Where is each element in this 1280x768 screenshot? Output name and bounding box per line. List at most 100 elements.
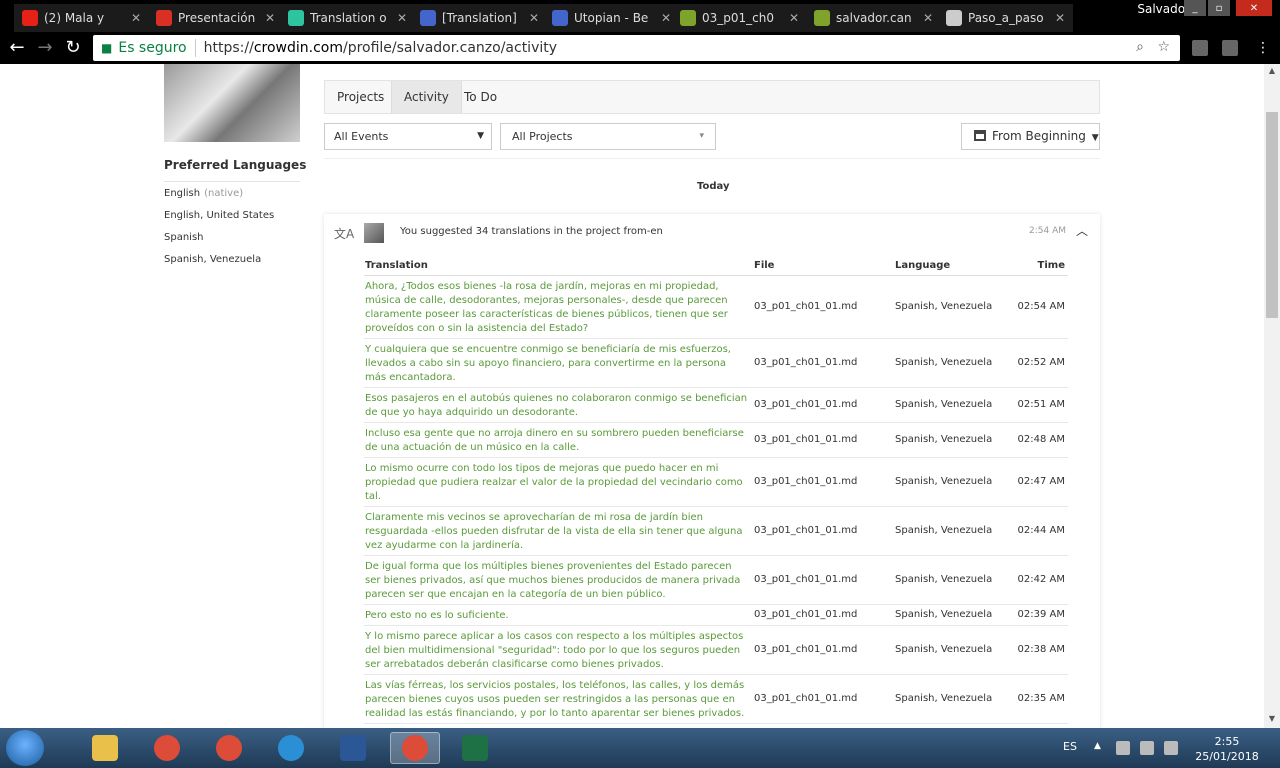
events-filter-select[interactable]: All Events ▼ <box>324 123 492 150</box>
translation-cell[interactable]: Claramente mis vecinos se aprovecharían … <box>365 511 749 553</box>
bookmark-star-icon[interactable]: ☆ <box>1157 39 1170 55</box>
document-icon <box>946 10 962 26</box>
maximize-button[interactable]: ▫ <box>1208 0 1230 16</box>
close-tab-icon[interactable]: ✕ <box>397 11 407 25</box>
taskbar-app-button[interactable] <box>204 732 254 764</box>
input-language-indicator[interactable]: ES <box>1063 740 1077 753</box>
extension-icon[interactable] <box>1222 40 1238 56</box>
file-cell[interactable]: 03_p01_ch01_01.md <box>754 574 857 585</box>
collapse-chevron-icon[interactable]: ︿ <box>1076 222 1088 239</box>
browser-tab[interactable]: (2) Mala y ✕ <box>14 4 149 32</box>
close-tab-icon[interactable]: ✕ <box>789 11 799 25</box>
file-cell[interactable]: 03_p01_ch01_01.md <box>754 357 857 368</box>
file-cell[interactable]: 03_p01_ch01_01.md <box>754 609 857 620</box>
page-content: Preferred Languages English (native) Engli… <box>0 64 1264 728</box>
browser-tab-strip: Salvador _ ▫ ✕ (2) Mala y ✕ Presentación ✕ T… <box>0 0 1280 32</box>
minimize-button[interactable]: _ <box>1184 0 1206 16</box>
file-cell[interactable]: 03_p01_ch01_01.md <box>754 476 857 487</box>
crowdin-icon <box>814 10 830 26</box>
language-cell: Spanish, Venezuela <box>895 301 993 312</box>
translation-cell[interactable]: Y cualquiera que se encuentre conmigo se… <box>365 343 749 385</box>
scroll-up-icon[interactable]: ▲ <box>1264 66 1280 78</box>
translation-cell[interactable]: De igual forma que los múltiples bienes … <box>365 560 749 602</box>
close-tab-icon[interactable]: ✕ <box>661 11 671 25</box>
table-row[interactable]: De igual forma que los múltiples bienes … <box>364 556 1068 605</box>
browser-toolbar: ← → ↻ ■ Es seguro https://crowdin.com/pr… <box>0 32 1280 64</box>
close-tab-icon[interactable]: ✕ <box>265 11 275 25</box>
scrollbar-thumb[interactable] <box>1266 112 1278 318</box>
table-row[interactable]: Las vías férreas, los servicios postales… <box>364 675 1068 724</box>
start-button[interactable] <box>6 730 44 766</box>
system-clock[interactable]: 2:55 25/01/2018 <box>1195 734 1259 764</box>
table-row[interactable]: Y cualquiera que se encuentre conmigo se… <box>364 339 1068 388</box>
clock-time: 2:55 <box>1214 735 1240 748</box>
browser-tab[interactable]: Translation o ✕ <box>280 4 415 32</box>
close-tab-icon[interactable]: ✕ <box>131 11 141 25</box>
page-scrollbar[interactable]: ▲ ▼ <box>1264 64 1280 728</box>
taskbar-app-button[interactable] <box>450 732 500 764</box>
back-icon[interactable]: ← <box>6 37 28 59</box>
date-range-button[interactable]: From Beginning ▼ <box>961 123 1100 150</box>
taskbar-app-button[interactable] <box>80 732 130 764</box>
time-cell: 02:38 AM <box>1017 644 1065 655</box>
table-row[interactable]: Esos pasajeros en el autobús quienes no … <box>364 388 1068 423</box>
file-cell[interactable]: 03_p01_ch01_01.md <box>754 644 857 655</box>
file-cell[interactable]: 03_p01_ch01_01.md <box>754 301 857 312</box>
table-row[interactable]: Claramente mis vecinos se aprovecharían … <box>364 507 1068 556</box>
file-cell[interactable]: 03_p01_ch01_01.md <box>754 399 857 410</box>
taskbar-app-button[interactable] <box>142 732 192 764</box>
close-window-button[interactable]: ✕ <box>1236 0 1272 16</box>
menu-icon[interactable]: ⋮ <box>1252 37 1274 59</box>
word-icon <box>340 735 366 761</box>
browser-tab[interactable]: [Translation] ✕ <box>412 4 547 32</box>
extension-icon[interactable] <box>1192 40 1208 56</box>
language-cell: Spanish, Venezuela <box>895 609 993 620</box>
projects-filter-select[interactable]: All Projects ▾ <box>500 123 716 150</box>
language-item: English (native) <box>164 188 243 199</box>
close-tab-icon[interactable]: ✕ <box>923 11 933 25</box>
forward-icon[interactable]: → <box>34 37 56 59</box>
translation-cell[interactable]: Lo mismo ocurre con todo los tipos de me… <box>365 462 749 504</box>
chrome-icon <box>402 735 428 761</box>
table-row[interactable]: Lo mismo ocurre con todo los tipos de me… <box>364 458 1068 507</box>
translation-cell[interactable]: Incluso esa gente que no arroja dinero e… <box>365 427 749 455</box>
reload-icon[interactable]: ↻ <box>62 37 84 59</box>
language-name: Spanish <box>164 232 204 243</box>
translation-cell[interactable]: Las vías férreas, los servicios postales… <box>365 679 749 721</box>
tray-expand-icon[interactable]: ▲ <box>1094 741 1101 755</box>
table-row[interactable]: Ahora, ¿Todos esos bienes -la rosa de ja… <box>364 276 1068 339</box>
calendar-icon <box>974 130 986 141</box>
close-tab-icon[interactable]: ✕ <box>529 11 539 25</box>
file-cell[interactable]: 03_p01_ch01_01.md <box>754 434 857 445</box>
zoom-icon[interactable]: ⌕ <box>1136 39 1144 55</box>
time-cell: 02:44 AM <box>1017 525 1065 536</box>
browser-tab[interactable]: Paso_a_paso ✕ <box>938 4 1073 32</box>
browser-tab-title: Presentación <box>178 11 256 25</box>
table-row[interactable]: Incluso esa gente que no arroja dinero e… <box>364 423 1068 458</box>
browser-tab[interactable]: Utopian - Be ✕ <box>544 4 679 32</box>
tab-projects[interactable]: Projects <box>325 81 396 113</box>
browser-tab[interactable]: 03_p01_ch0 ✕ <box>672 4 807 32</box>
translation-cell[interactable]: Ahora, ¿Todos esos bienes -la rosa de ja… <box>365 280 749 336</box>
taskbar-app-button[interactable] <box>390 732 440 764</box>
taskbar-app-button[interactable] <box>266 732 316 764</box>
file-cell[interactable]: 03_p01_ch01_01.md <box>754 693 857 704</box>
volume-icon[interactable] <box>1164 741 1178 755</box>
table-row[interactable]: Pero esto no es lo suficiente. 03_p01_ch0… <box>364 605 1068 626</box>
translation-cell[interactable]: Esos pasajeros en el autobús quienes no … <box>365 392 749 420</box>
action-center-icon[interactable] <box>1116 741 1130 755</box>
translation-cell[interactable]: Pero esto no es lo suficiente. <box>365 609 749 623</box>
tab-to-do[interactable]: To Do <box>452 81 509 113</box>
translation-cell[interactable]: Y lo mismo parece aplicar a los casos co… <box>365 630 749 672</box>
file-cell[interactable]: 03_p01_ch01_01.md <box>754 525 857 536</box>
network-icon[interactable] <box>1140 741 1154 755</box>
address-bar[interactable]: ■ Es seguro https://crowdin.com/profile/… <box>93 35 1180 61</box>
taskbar-app-button[interactable] <box>328 732 378 764</box>
close-tab-icon[interactable]: ✕ <box>1055 11 1065 25</box>
url-host: crowdin.com <box>253 40 343 56</box>
browser-tab[interactable]: Presentación ✕ <box>148 4 283 32</box>
chevron-down-icon: ▼ <box>477 131 484 141</box>
table-row[interactable]: Y lo mismo parece aplicar a los casos co… <box>364 626 1068 675</box>
scroll-down-icon[interactable]: ▼ <box>1264 714 1280 726</box>
browser-tab[interactable]: salvador.can ✕ <box>806 4 941 32</box>
